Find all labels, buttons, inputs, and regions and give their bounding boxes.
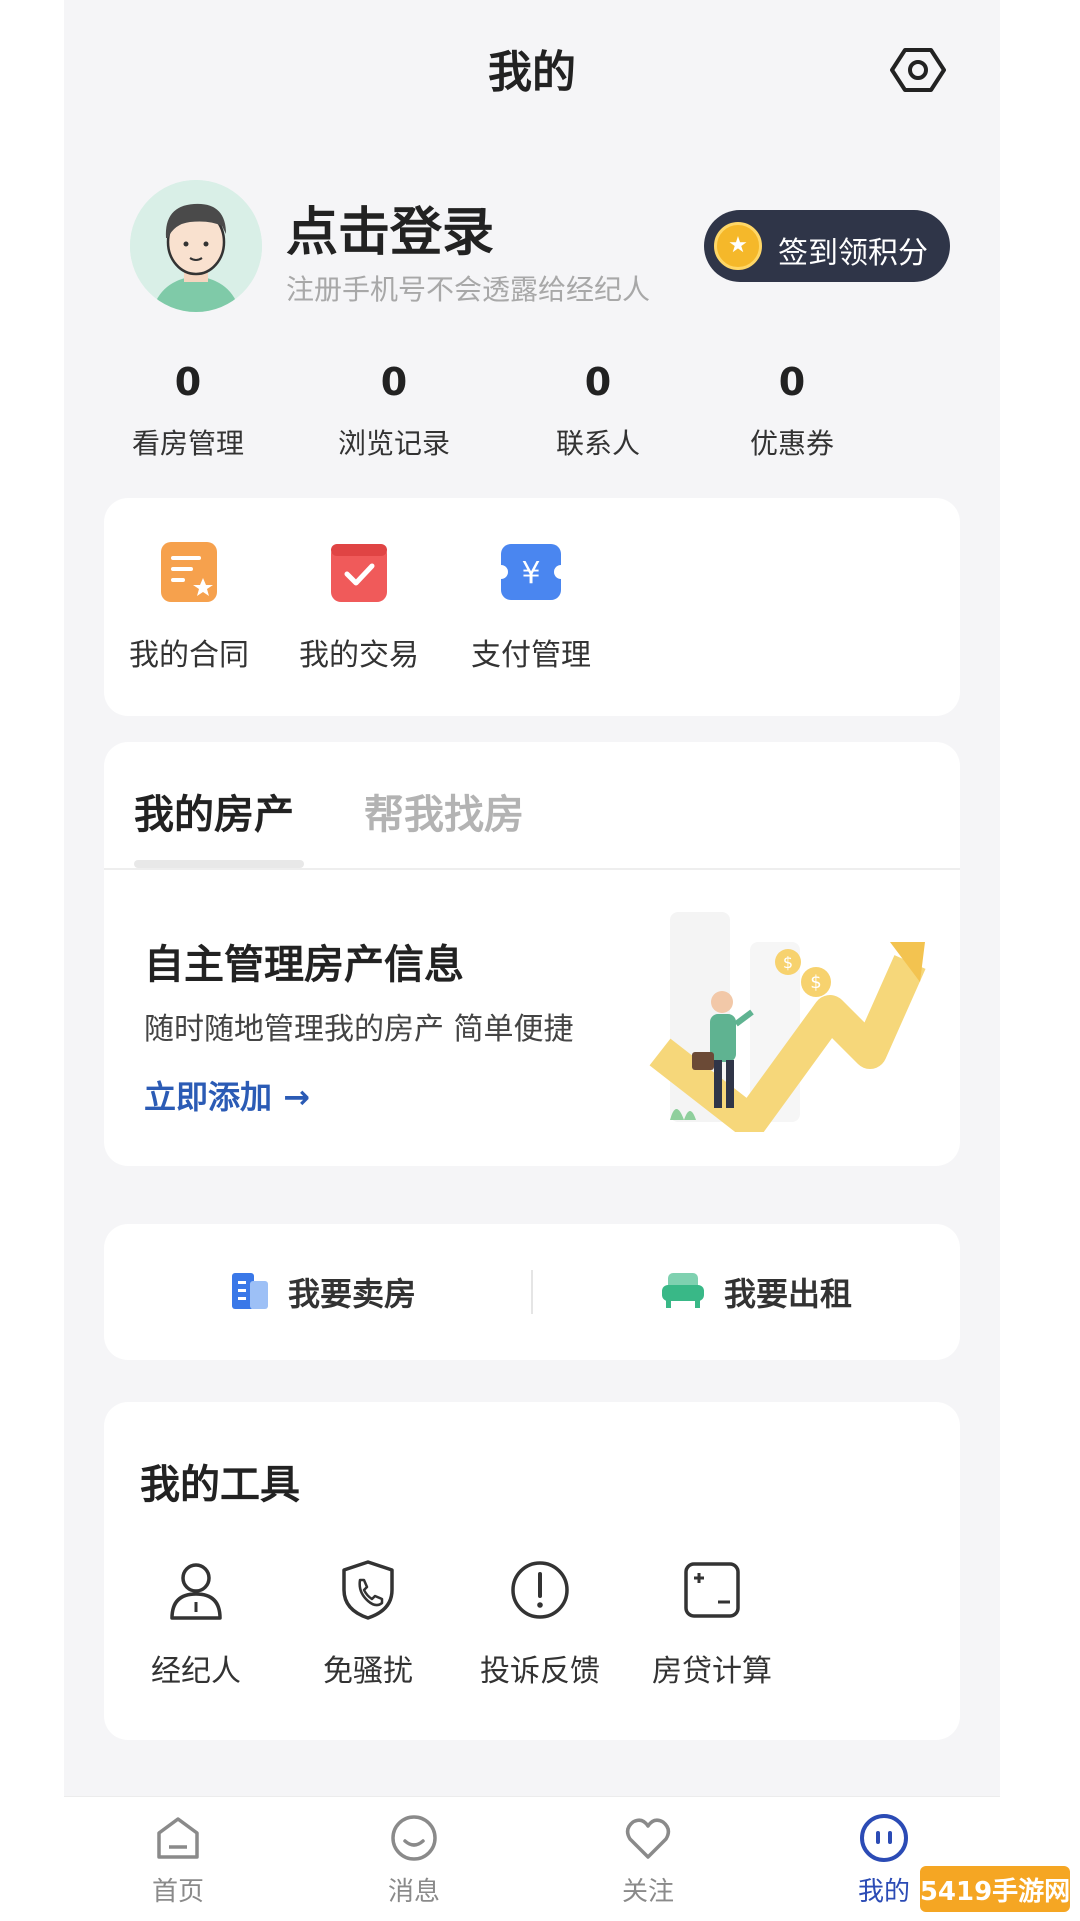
tools-card: 我的工具 经纪人 免骚扰 投诉反馈 房贷计算: [104, 1402, 960, 1740]
add-property-link[interactable]: 立即添加 →: [144, 1072, 310, 1118]
stat-label: 优惠券: [749, 427, 834, 460]
contract-icon: [157, 540, 221, 604]
transaction-icon: [327, 540, 391, 604]
signin-points-button[interactable]: ★ 签到领积分: [704, 210, 950, 282]
no-disturb-phone-icon: [336, 1558, 400, 1622]
tab-find-house[interactable]: 帮我找房: [364, 782, 524, 840]
sell-rent-card: 我要卖房 我要出租: [104, 1224, 960, 1360]
complaint-icon: [508, 1558, 572, 1622]
payment-icon: ¥: [494, 540, 568, 604]
my-transaction-entry[interactable]: 我的交易: [274, 540, 444, 674]
payment-management-entry[interactable]: ¥ 支付管理: [446, 540, 616, 674]
stat-contacts[interactable]: 0 联系人: [498, 360, 698, 462]
heart-icon: [621, 1811, 675, 1865]
stat-coupons[interactable]: 0 优惠券: [692, 360, 892, 462]
tabbar-label: 首页: [151, 1877, 204, 1907]
sell-house-button[interactable]: 我要卖房: [230, 1224, 416, 1360]
my-page: 我的 点击登录 注册手机号不会透露给经纪人 ★ 签到领积分 0 看房管理 0 浏…: [64, 0, 1000, 1921]
stat-value: 0: [584, 360, 612, 404]
stat-value: 0: [174, 360, 202, 404]
svg-text:$: $: [810, 972, 821, 993]
tool-label: 投诉反馈: [480, 1654, 600, 1689]
home-icon: [151, 1811, 205, 1865]
quick-label: 我的合同: [129, 638, 249, 673]
tabbar-follow[interactable]: 关注: [578, 1811, 718, 1908]
tabbar-label: 关注: [621, 1877, 674, 1907]
divider: [531, 1270, 533, 1314]
tab-indicator: [134, 860, 304, 868]
watermark-text: 5419手游网: [920, 1877, 1070, 1907]
tool-label: 免骚扰: [323, 1654, 413, 1689]
bottom-tab-bar: 首页 消息 关注 我的: [64, 1796, 1000, 1921]
calculator-icon: [680, 1558, 744, 1622]
header: 我的: [64, 0, 1000, 140]
tool-label: 经纪人: [151, 1654, 241, 1689]
stat-value: 0: [380, 360, 408, 404]
stat-label: 浏览记录: [337, 427, 450, 460]
profile-icon: [857, 1811, 911, 1865]
settings-icon[interactable]: [890, 42, 946, 98]
coin-star-icon: ★: [714, 222, 762, 270]
signin-label: 签到领积分: [778, 236, 928, 271]
tab-my-property[interactable]: 我的房产: [134, 782, 294, 840]
login-subtitle: 注册手机号不会透露给经纪人: [286, 273, 651, 306]
tool-agent[interactable]: 经纪人: [116, 1558, 276, 1690]
stats-row: 0 看房管理 0 浏览记录 0 联系人 0 优惠券: [64, 360, 1000, 470]
watermark-logo: 5419手游网: [920, 1860, 1070, 1916]
rent-label: 我要出租: [724, 1275, 853, 1313]
quick-entries-card: 我的合同 我的交易 ¥ 支付管理: [104, 498, 960, 716]
login-title[interactable]: 点击登录: [286, 190, 494, 265]
page-title: 我的: [488, 47, 576, 98]
stat-viewing-management[interactable]: 0 看房管理: [88, 360, 288, 462]
quick-label: 支付管理: [471, 638, 591, 673]
sofa-icon: [660, 1269, 706, 1315]
tool-complaint[interactable]: 投诉反馈: [460, 1558, 620, 1690]
tool-mortgage-calculator[interactable]: 房贷计算: [632, 1558, 792, 1690]
property-tabs: 我的房产 帮我找房: [104, 742, 960, 870]
property-title: 自主管理房产信息: [144, 942, 464, 988]
tool-no-disturb[interactable]: 免骚扰: [288, 1558, 448, 1690]
svg-text:$: $: [783, 953, 793, 972]
stat-label: 看房管理: [131, 427, 244, 460]
avatar[interactable]: [130, 180, 262, 312]
stat-value: 0: [778, 360, 806, 404]
rent-out-button[interactable]: 我要出租: [660, 1224, 852, 1360]
message-icon: [387, 1811, 441, 1865]
building-icon: [230, 1269, 270, 1315]
tabbar-messages[interactable]: 消息: [344, 1811, 484, 1908]
stat-browse-history[interactable]: 0 浏览记录: [294, 360, 494, 462]
tool-label: 房贷计算: [652, 1654, 772, 1689]
agent-icon: [164, 1558, 228, 1622]
sell-label: 我要卖房: [288, 1275, 417, 1313]
tabbar-label: 消息: [387, 1877, 440, 1907]
tools-title: 我的工具: [140, 1462, 300, 1508]
my-contract-entry[interactable]: 我的合同: [104, 540, 274, 674]
svg-text:¥: ¥: [521, 556, 540, 591]
tabbar-home[interactable]: 首页: [108, 1811, 248, 1908]
quick-label: 我的交易: [299, 638, 419, 673]
stat-label: 联系人: [555, 427, 640, 460]
growth-illustration: $ $: [640, 902, 930, 1139]
property-subtitle: 随时随地管理我的房产 简单便捷: [144, 1012, 574, 1047]
my-property-card: 我的房产 帮我找房 自主管理房产信息 随时随地管理我的房产 简单便捷 立即添加 …: [104, 742, 960, 1166]
